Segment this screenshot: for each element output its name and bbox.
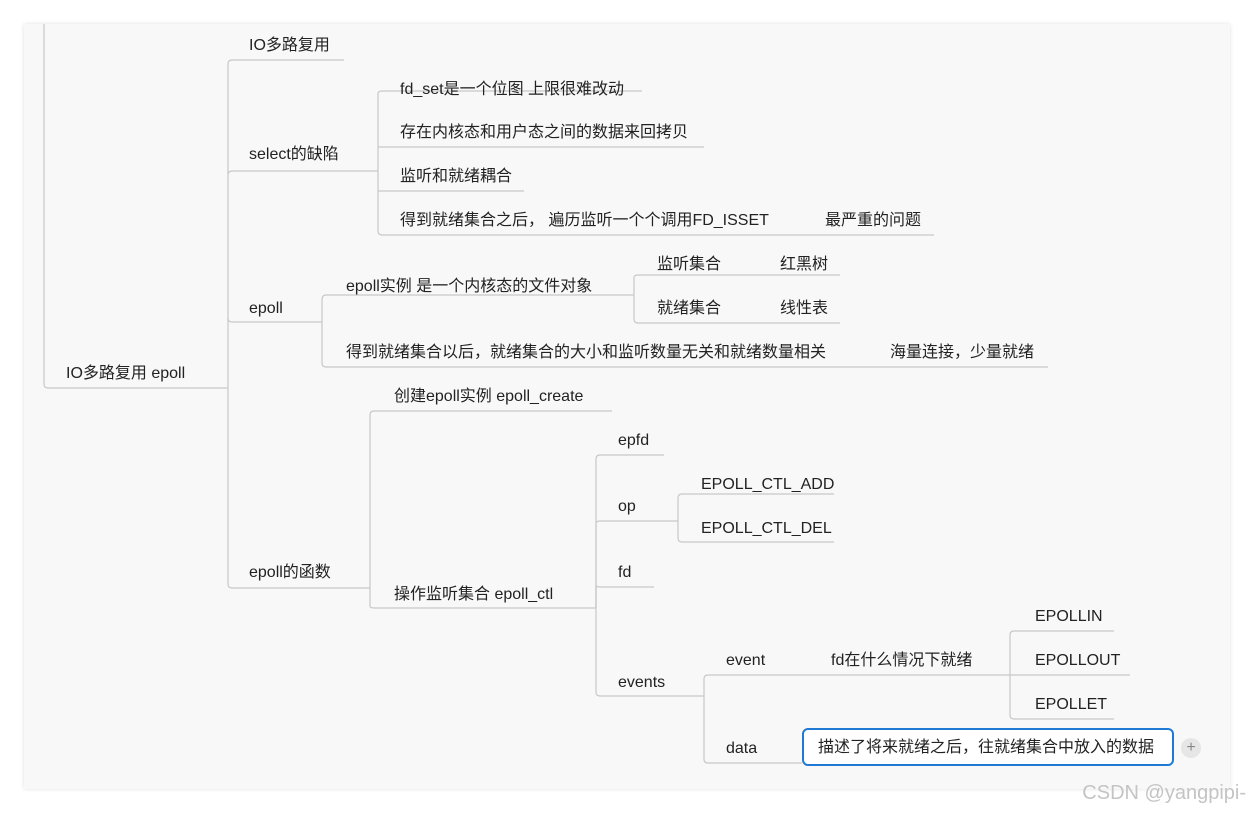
node-epoll[interactable]: epoll [249,299,283,319]
node-io-multiplexing[interactable]: IO多路复用 [249,36,330,56]
node-epoll-ready-note[interactable]: 海量连接，少量就绪 [890,343,1034,363]
selected-node-frame[interactable]: 描述了将来就绪之后，往就绪集合中放入的数据 [802,728,1174,766]
node-event-desc[interactable]: fd在什么情况下就绪 [831,651,972,671]
node-epoll-instance[interactable]: epoll实例 是一个内核态的文件对象 [346,277,592,297]
node-ctl-add[interactable]: EPOLL_CTL_ADD [701,475,834,495]
node-epollet[interactable]: EPOLLET [1035,695,1107,715]
node-rb-tree[interactable]: 红黑树 [780,255,828,275]
node-epoll-ctl[interactable]: 操作监听集合 epoll_ctl [394,585,553,605]
node-ctl-del[interactable]: EPOLL_CTL_DEL [701,519,832,539]
mindmap-canvas[interactable]: IO多路复用 epoll IO多路复用 select的缺陷 fd_set是一个位… [24,24,1230,789]
node-epfd[interactable]: epfd [618,431,649,451]
node-root[interactable]: IO多路复用 epoll [66,364,185,384]
node-data[interactable]: data [726,739,757,759]
add-node-button[interactable]: + [1181,738,1201,758]
node-epoll-ready[interactable]: 得到就绪集合以后，就绪集合的大小和监听数量无关和就绪数量相关 [346,343,826,363]
node-select-defects[interactable]: select的缺陷 [249,145,339,165]
node-epoll-functions[interactable]: epoll的函数 [249,563,331,583]
node-select-traverse[interactable]: 得到就绪集合之后， 遍历监听一个个调用FD_ISSET [400,211,769,231]
node-select-worst[interactable]: 最严重的问题 [825,211,921,231]
node-data-desc[interactable]: 描述了将来就绪之后，往就绪集合中放入的数据 [818,738,1154,758]
watermark: CSDN @yangpipi- [1082,782,1246,804]
node-select-coupling[interactable]: 监听和就绪耦合 [400,167,512,187]
node-events[interactable]: events [618,673,665,693]
node-epollout[interactable]: EPOLLOUT [1035,651,1120,671]
node-ready-set[interactable]: 就绪集合 [657,299,721,319]
node-epoll-create[interactable]: 创建epoll实例 epoll_create [394,387,583,407]
node-select-fdset[interactable]: fd_set是一个位图 上限很难改动 [400,80,624,100]
node-listen-set[interactable]: 监听集合 [657,255,721,275]
node-op[interactable]: op [618,497,636,517]
node-event[interactable]: event [726,651,765,671]
node-epollin[interactable]: EPOLLIN [1035,607,1103,627]
node-linear-list[interactable]: 线性表 [780,299,828,319]
node-select-copy[interactable]: 存在内核态和用户态之间的数据来回拷贝 [400,123,688,143]
node-fd[interactable]: fd [618,563,631,583]
